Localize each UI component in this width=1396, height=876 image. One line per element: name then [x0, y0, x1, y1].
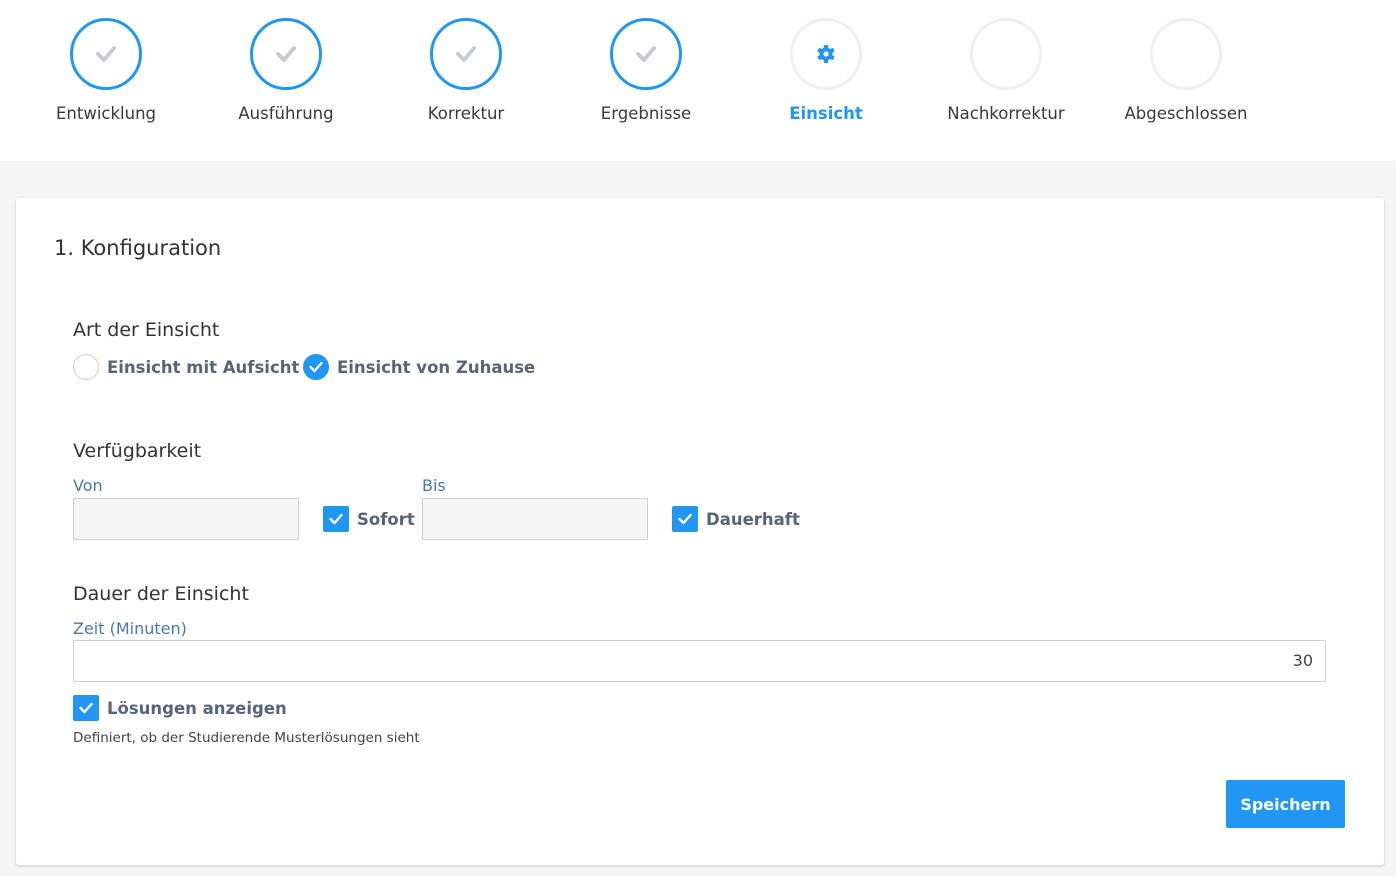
step-label: Ergebnisse — [600, 104, 692, 123]
step-entwicklung[interactable]: Entwicklung — [16, 18, 196, 138]
save-button[interactable]: Speichern — [1226, 780, 1345, 828]
radio-label: Einsicht von Zuhause — [337, 357, 536, 377]
radio-label: Einsicht mit Aufsicht — [107, 357, 300, 377]
radio-einsicht-von-zuhause[interactable]: Einsicht von Zuhause — [303, 354, 535, 380]
step-label: Abgeschlossen — [1124, 104, 1248, 123]
step-status-circle — [70, 18, 142, 90]
loesungen-anzeigen-checkbox[interactable]: Lösungen anzeigen — [73, 695, 287, 721]
step-abgeschlossen[interactable]: Abgeschlossen — [1096, 18, 1276, 138]
workflow-stepper: Entwicklung Ausführung Korrektur Ergebni… — [0, 0, 1396, 161]
check-icon — [79, 702, 93, 714]
checkbox-checked[interactable] — [73, 695, 99, 721]
von-label: Von — [73, 476, 103, 495]
check-icon — [456, 46, 476, 62]
check-icon — [636, 46, 656, 62]
step-status-circle — [970, 18, 1042, 90]
step-label: Ausführung — [238, 104, 334, 123]
step-ausfuehrung[interactable]: Ausführung — [196, 18, 376, 138]
step-label: Korrektur — [427, 104, 505, 123]
step-nachkorrektur[interactable]: Nachkorrektur — [916, 18, 1096, 138]
radio-button-checked[interactable] — [303, 354, 329, 380]
radio-einsicht-mit-aufsicht[interactable]: Einsicht mit Aufsicht — [73, 354, 299, 380]
step-korrektur[interactable]: Korrektur — [376, 18, 556, 138]
bis-date-input[interactable] — [422, 498, 648, 540]
step-status-circle — [790, 18, 862, 90]
checkbox-label: Lösungen anzeigen — [107, 698, 287, 718]
radio-button[interactable] — [73, 354, 99, 380]
check-icon — [678, 513, 692, 525]
check-icon — [329, 513, 343, 525]
verfuegbarkeit-title: Verfügbarkeit — [73, 440, 202, 462]
step-label: Nachkorrektur — [947, 104, 1065, 123]
configuration-card: 1. Konfiguration Art der Einsicht Einsic… — [16, 198, 1384, 865]
step-status-circle — [1150, 18, 1222, 90]
step-status-circle — [430, 18, 502, 90]
checkbox-label: Sofort — [357, 509, 415, 529]
check-icon — [276, 46, 296, 62]
check-icon — [96, 46, 116, 62]
bis-label: Bis — [422, 476, 446, 495]
checkbox-checked[interactable] — [323, 506, 349, 532]
checkbox-checked[interactable] — [672, 506, 698, 532]
loesungen-help-text: Definiert, ob der Studierende Musterlösu… — [73, 730, 420, 746]
gear-icon — [817, 45, 835, 63]
von-date-input[interactable] — [73, 498, 299, 540]
zeit-label: Zeit (Minuten) — [73, 619, 187, 638]
section-title: 1. Konfiguration — [54, 236, 222, 260]
step-label: Entwicklung — [55, 104, 157, 123]
check-icon — [309, 361, 323, 373]
checkbox-label: Dauerhaft — [706, 509, 800, 529]
step-status-circle — [610, 18, 682, 90]
step-ergebnisse[interactable]: Ergebnisse — [556, 18, 736, 138]
art-der-einsicht-title: Art der Einsicht — [73, 319, 220, 341]
zeit-value: 30 — [1292, 651, 1313, 670]
zeit-input[interactable]: 30 — [73, 640, 1326, 682]
dauerhaft-checkbox[interactable]: Dauerhaft — [672, 506, 800, 532]
step-status-circle — [250, 18, 322, 90]
sofort-checkbox[interactable]: Sofort — [323, 506, 415, 532]
step-label: Einsicht — [789, 104, 863, 123]
step-einsicht[interactable]: Einsicht — [736, 18, 916, 138]
dauer-der-einsicht-title: Dauer der Einsicht — [73, 583, 249, 605]
